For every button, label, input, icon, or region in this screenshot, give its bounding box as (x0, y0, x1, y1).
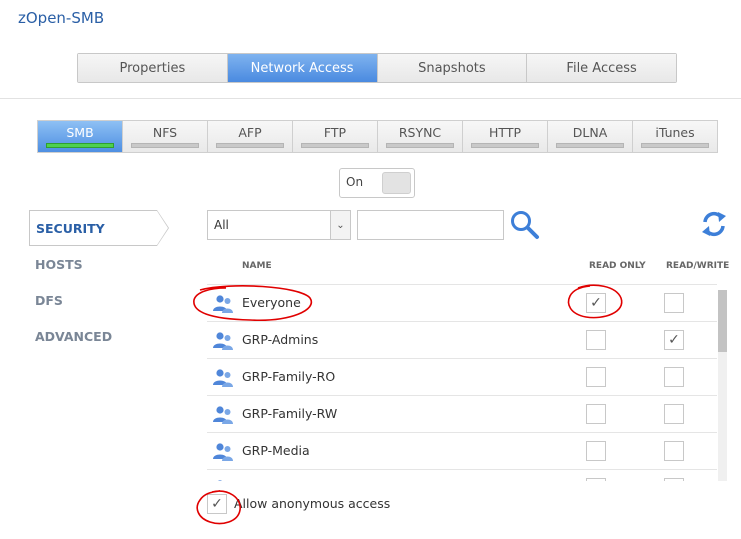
read-only-checkbox[interactable] (586, 441, 606, 461)
read-write-checkbox[interactable] (664, 404, 684, 424)
tab-network-access[interactable]: Network Access (227, 54, 378, 82)
toggle-label: On (346, 175, 364, 189)
status-bar (216, 143, 284, 148)
sidebar-item-label: SECURITY (36, 220, 105, 236)
toggle-knob[interactable] (382, 172, 411, 194)
group-icon (212, 442, 234, 462)
group-name: GRP-Family-RO (242, 369, 336, 384)
protocol-tab-ftp[interactable]: FTP (293, 121, 378, 152)
column-header-read-write: READ/WRITE (666, 261, 730, 271)
sidebar-item-hosts[interactable]: HOSTS (29, 246, 169, 282)
group-icon (212, 405, 234, 425)
tab-file-access[interactable]: File Access (527, 54, 676, 82)
tab-properties[interactable]: Properties (78, 54, 228, 82)
group-name: GRP-Admins (242, 332, 319, 347)
group-icon (212, 479, 234, 481)
sidebar-item-security[interactable]: SECURITY (29, 210, 169, 246)
read-write-checkbox[interactable] (664, 478, 684, 481)
search-input[interactable] (357, 210, 504, 240)
group-name: GRP-Media (242, 443, 310, 458)
read-only-checkbox[interactable]: ✓ (586, 293, 606, 313)
read-write-checkbox[interactable] (664, 441, 684, 461)
status-bar (641, 143, 709, 148)
sidebar-item-label: HOSTS (35, 256, 83, 272)
refresh-icon[interactable] (700, 210, 728, 238)
sidebar: SECURITY HOSTS DFS ADVANCED (29, 210, 169, 354)
column-header-read-only: READ ONLY (589, 261, 646, 271)
header-divider (0, 98, 741, 99)
sidebar-item-dfs[interactable]: DFS (29, 282, 169, 318)
group-icon (212, 368, 234, 388)
protocol-tab-smb[interactable]: SMB (38, 121, 123, 152)
protocol-tab-rsync[interactable]: RSYNC (378, 121, 463, 152)
table-row: GRP-Family-RO (207, 359, 717, 396)
sidebar-item-label: ADVANCED (35, 328, 113, 344)
read-only-checkbox[interactable] (586, 330, 606, 350)
anonymous-access-label: Allow anonymous access (234, 496, 391, 511)
protocol-tab-bar: SMB NFS AFP FTP RSYNC HTTP DLNA iTunes (37, 120, 718, 153)
table-row: GRP-Family-RW (207, 396, 717, 433)
column-header-name: NAME (242, 261, 272, 271)
read-write-checkbox[interactable] (664, 367, 684, 387)
protocol-tab-itunes[interactable]: iTunes (633, 121, 717, 152)
status-bar (471, 143, 539, 148)
sidebar-item-label: DFS (35, 292, 63, 308)
app-title: zOpen-SMB (18, 9, 105, 27)
group-icon (212, 294, 234, 314)
tab-snapshots[interactable]: Snapshots (377, 54, 528, 82)
protocol-tab-afp[interactable]: AFP (208, 121, 293, 152)
top-tab-bar: Properties Network Access Snapshots File… (77, 53, 677, 83)
table-row: GRP-Trusted (207, 470, 717, 481)
table-row: Everyone ✓ (207, 285, 717, 322)
group-name: GRP-Family-RW (242, 406, 338, 421)
service-toggle[interactable]: On (339, 168, 415, 198)
search-icon[interactable] (509, 209, 541, 241)
read-only-checkbox[interactable] (586, 404, 606, 424)
read-write-checkbox[interactable] (664, 293, 684, 313)
chevron-down-icon[interactable]: ⌄ (330, 211, 350, 239)
group-icon (212, 331, 234, 351)
anonymous-access-checkbox[interactable]: ✓ (207, 494, 227, 514)
group-list: Everyone ✓ GRP-Admins ✓ GRP-Family-RO GRP-Fam… (207, 284, 717, 481)
status-bar (386, 143, 454, 148)
status-bar (46, 143, 114, 148)
table-row: GRP-Media (207, 433, 717, 470)
read-only-checkbox[interactable] (586, 478, 606, 481)
group-name: Everyone (242, 295, 301, 310)
read-write-checkbox[interactable]: ✓ (664, 330, 684, 350)
status-bar (556, 143, 624, 148)
protocol-tab-http[interactable]: HTTP (463, 121, 548, 152)
status-bar (301, 143, 369, 148)
filter-select[interactable]: All ⌄ (207, 210, 351, 240)
read-only-checkbox[interactable] (586, 367, 606, 387)
list-scrollbar[interactable] (718, 290, 727, 481)
group-name: GRP-Trusted (242, 480, 317, 481)
sidebar-item-advanced[interactable]: ADVANCED (29, 318, 169, 354)
protocol-tab-dlna[interactable]: DLNA (548, 121, 633, 152)
filter-selected-value: All (214, 218, 229, 232)
status-bar (131, 143, 199, 148)
table-row: GRP-Admins ✓ (207, 322, 717, 359)
protocol-tab-nfs[interactable]: NFS (123, 121, 208, 152)
scrollbar-thumb[interactable] (718, 290, 727, 352)
